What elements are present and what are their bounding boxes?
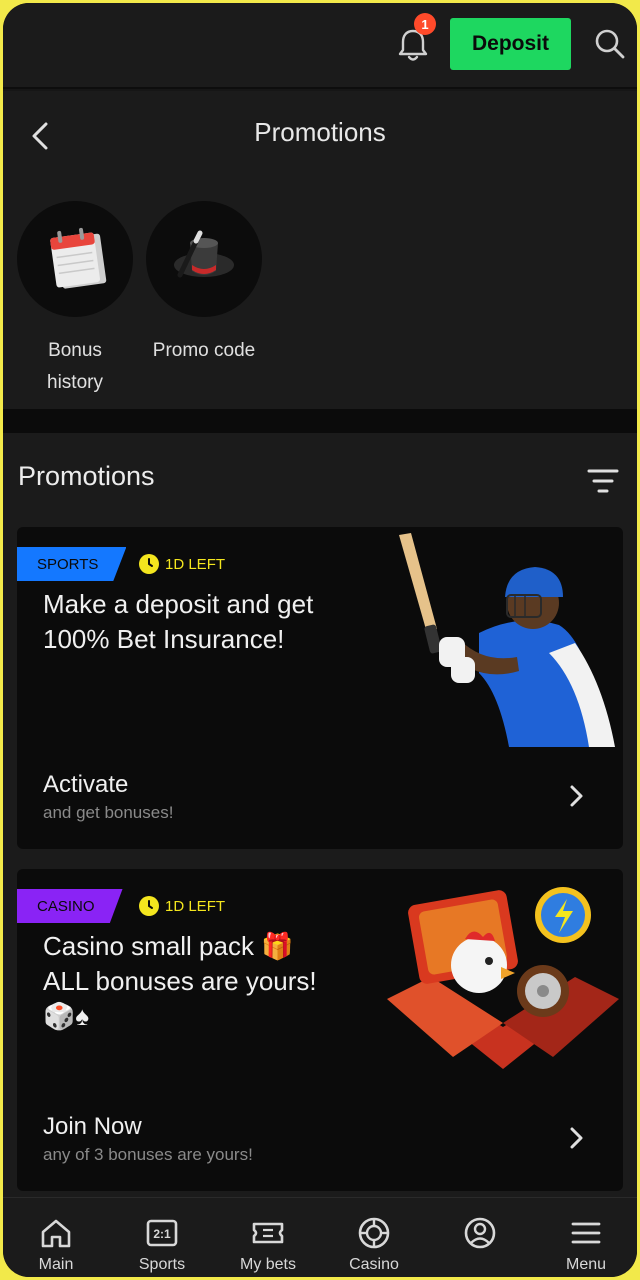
join-now-cta[interactable]: Join Now — [43, 1113, 142, 1141]
shortcut-label: Bonus history — [47, 340, 103, 393]
nav-my-bets[interactable]: My bets — [215, 1198, 321, 1277]
calendar-icon — [17, 201, 133, 317]
profile-icon — [464, 1217, 496, 1249]
nav-label: Casino — [349, 1256, 399, 1273]
casino-giftbox-image — [387, 887, 619, 1069]
nav-main[interactable]: Main — [3, 1198, 109, 1277]
shortcut-promo-code[interactable]: Promo code — [139, 201, 269, 367]
chevron-right-icon[interactable] — [567, 783, 585, 809]
top-bar: 1 Deposit — [3, 3, 637, 89]
category-tag: SPORTS — [17, 547, 127, 581]
home-icon — [41, 1219, 71, 1248]
activate-cta[interactable]: Activate — [43, 771, 128, 799]
nav-profile[interactable] — [427, 1198, 533, 1277]
filter-icon[interactable] — [587, 467, 619, 495]
shortcut-bonus-history[interactable]: Bonus history — [10, 201, 140, 399]
section-title: Promotions — [18, 461, 155, 491]
nav-label: Main — [38, 1256, 74, 1273]
nav-menu[interactable]: Menu — [533, 1198, 637, 1277]
promo-title: Casino small pack 🎁 ALL bonuses are your… — [43, 931, 317, 1031]
ticket-icon — [252, 1222, 284, 1244]
nav-label: My bets — [239, 1256, 296, 1273]
clock-icon — [139, 896, 159, 916]
promotions-header: Promotions Bonus history Promo code — [3, 91, 637, 409]
scoreboard-icon: 2:1 — [146, 1219, 178, 1247]
cta-subtitle: any of 3 bonuses are yours! — [43, 1145, 253, 1164]
hamburger-icon — [571, 1222, 601, 1244]
search-icon[interactable] — [593, 27, 627, 61]
magic-hat-icon — [146, 201, 262, 317]
chevron-right-icon[interactable] — [567, 1125, 585, 1151]
notification-badge: 1 — [414, 13, 436, 35]
nav-casino[interactable]: Casino — [321, 1198, 427, 1277]
deposit-button[interactable]: Deposit — [450, 18, 571, 70]
nav-sports[interactable]: 2:1 Sports — [109, 1198, 215, 1277]
promo-card-casino[interactable]: CASINO 1D LEFT Casino small pack 🎁 ALL b… — [17, 869, 623, 1191]
roulette-chip-icon — [358, 1217, 390, 1249]
time-left: 1D LEFT — [139, 554, 225, 574]
nav-label: Sports — [138, 1256, 186, 1273]
app-frame: 1 Deposit Promotions Bonus history Promo… — [3, 3, 637, 1277]
cricket-player-image — [399, 533, 615, 747]
promo-card-sports[interactable]: SPORTS 1D LEFT Make a deposit and get 10… — [17, 527, 623, 849]
cta-subtitle: and get bonuses! — [43, 803, 174, 822]
bottom-navigation: Main 2:1 Sports My bets Casino Menu — [3, 1197, 637, 1277]
shortcut-label: Promo code — [152, 340, 256, 361]
promo-title: Make a deposit and get 100% Bet Insuranc… — [43, 589, 314, 654]
promotions-section: Promotions SPORTS 1D LEFT Make a deposit… — [3, 433, 637, 1197]
section-divider — [3, 409, 637, 433]
time-left: 1D LEFT — [139, 896, 225, 916]
nav-label: Menu — [565, 1256, 607, 1273]
page-title: Promotions — [254, 117, 386, 147]
category-tag: CASINO — [17, 889, 123, 923]
clock-icon — [139, 554, 159, 574]
svg-text:2:1: 2:1 — [153, 1227, 171, 1241]
